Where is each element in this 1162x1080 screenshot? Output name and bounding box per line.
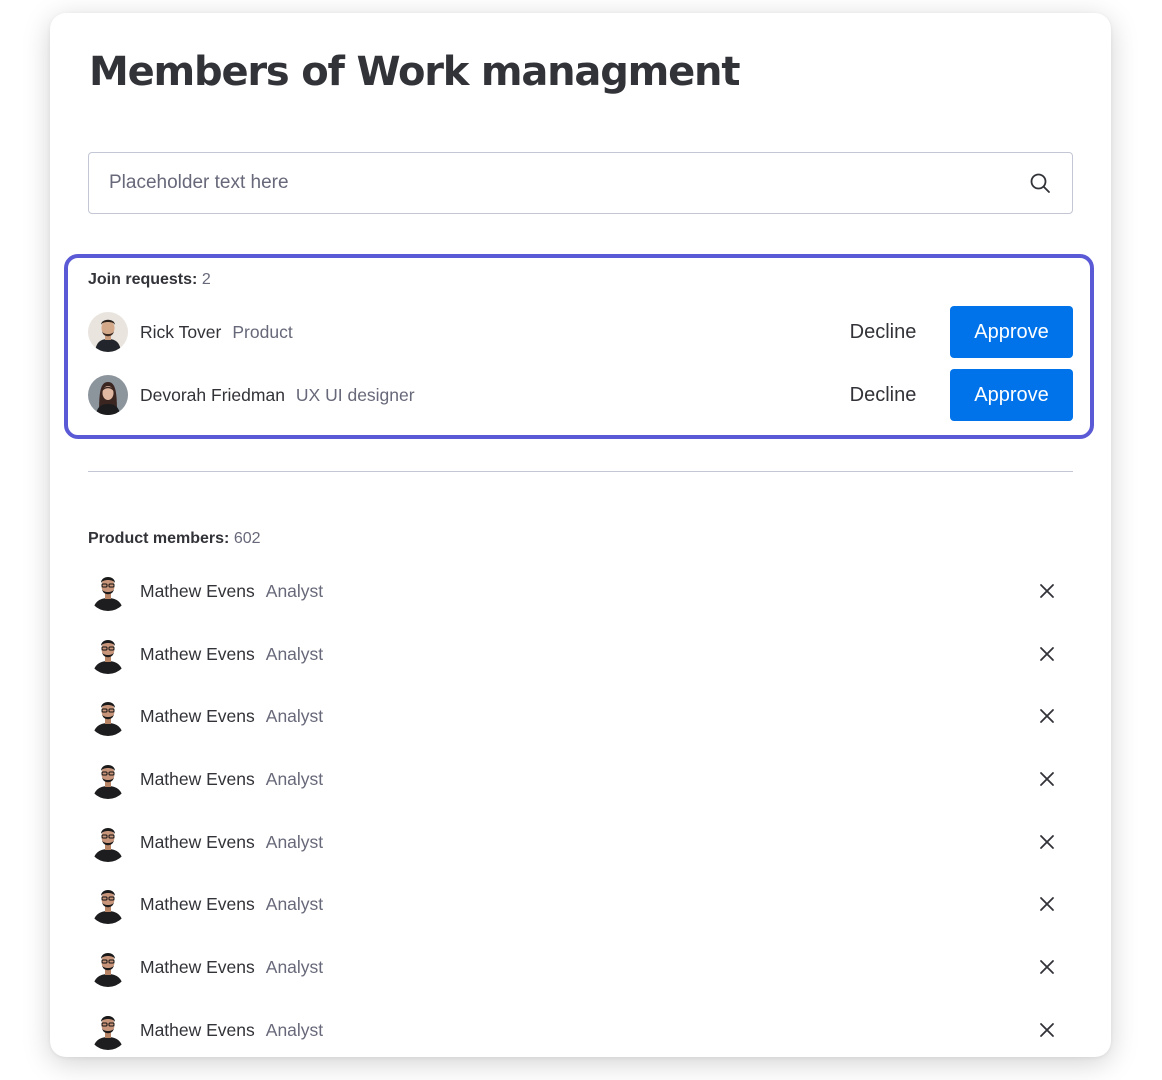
join-request-row: Rick Tover Product bbox=[88, 310, 293, 354]
member-name: Mathew Evens bbox=[140, 580, 255, 601]
page-title: Members of Work managment bbox=[89, 49, 740, 95]
join-requests-header: Join requests: 2 bbox=[88, 271, 211, 289]
close-icon bbox=[1040, 584, 1054, 598]
avatar bbox=[88, 696, 128, 736]
remove-member-button[interactable] bbox=[1034, 1017, 1060, 1043]
avatar bbox=[88, 884, 128, 924]
member-row: Mathew Evens Analyst bbox=[88, 820, 323, 864]
member-name: Mathew Evens bbox=[140, 705, 255, 726]
member-row: Mathew Evens Analyst bbox=[88, 569, 323, 613]
member-row: Mathew Evens Analyst bbox=[88, 945, 323, 989]
join-requests-label: Join requests: bbox=[88, 271, 198, 288]
approve-button[interactable]: Approve bbox=[950, 306, 1073, 358]
remove-member-button[interactable] bbox=[1034, 891, 1060, 917]
close-icon bbox=[1040, 647, 1054, 661]
remove-member-button[interactable] bbox=[1034, 641, 1060, 667]
avatar bbox=[88, 822, 128, 862]
member-name: Mathew Evens bbox=[140, 643, 255, 664]
close-icon bbox=[1040, 772, 1054, 786]
member-role: Analyst bbox=[265, 956, 324, 977]
member-name: Mathew Evens bbox=[140, 893, 255, 914]
member-name: Mathew Evens bbox=[140, 768, 255, 789]
avatar bbox=[88, 634, 128, 674]
member-row: Mathew Evens Analyst bbox=[88, 882, 323, 926]
join-requests-count: 2 bbox=[201, 271, 211, 288]
close-icon bbox=[1040, 709, 1054, 723]
member-role: Analyst bbox=[265, 580, 324, 601]
remove-member-button[interactable] bbox=[1034, 703, 1060, 729]
member-row: Mathew Evens Analyst bbox=[88, 757, 323, 801]
search-icon[interactable] bbox=[1028, 171, 1052, 195]
members-count: 602 bbox=[233, 530, 261, 547]
member-role: Analyst bbox=[265, 831, 324, 852]
close-icon bbox=[1040, 835, 1054, 849]
avatar bbox=[88, 1010, 128, 1050]
approve-button[interactable]: Approve bbox=[950, 369, 1073, 421]
member-role: Analyst bbox=[265, 893, 324, 914]
remove-member-button[interactable] bbox=[1034, 829, 1060, 855]
decline-button[interactable]: Decline bbox=[828, 306, 938, 358]
member-role: Analyst bbox=[265, 643, 324, 664]
avatar bbox=[88, 375, 128, 415]
requester-role: UX UI designer bbox=[295, 384, 415, 405]
requester-role: Product bbox=[232, 321, 293, 342]
avatar bbox=[88, 312, 128, 352]
members-header: Product members: 602 bbox=[88, 530, 261, 548]
close-icon bbox=[1040, 897, 1054, 911]
section-divider bbox=[88, 471, 1073, 472]
remove-member-button[interactable] bbox=[1034, 578, 1060, 604]
join-request-row: Devorah Friedman UX UI designer bbox=[88, 373, 415, 417]
requester-name: Devorah Friedman bbox=[140, 384, 285, 405]
close-icon bbox=[1040, 1023, 1054, 1037]
member-row: Mathew Evens Analyst bbox=[88, 694, 323, 738]
search-box[interactable] bbox=[88, 152, 1073, 214]
close-icon bbox=[1040, 960, 1054, 974]
avatar bbox=[88, 947, 128, 987]
remove-member-button[interactable] bbox=[1034, 954, 1060, 980]
members-label: Product members: bbox=[88, 530, 230, 547]
member-name: Mathew Evens bbox=[140, 1019, 255, 1040]
avatar bbox=[88, 571, 128, 611]
remove-member-button[interactable] bbox=[1034, 766, 1060, 792]
members-panel: Members of Work managment Join requests:… bbox=[50, 13, 1111, 1057]
member-row: Mathew Evens Analyst bbox=[88, 632, 323, 676]
member-name: Mathew Evens bbox=[140, 956, 255, 977]
member-role: Analyst bbox=[265, 705, 324, 726]
search-input[interactable] bbox=[89, 153, 1028, 213]
requester-name: Rick Tover bbox=[140, 321, 222, 342]
member-name: Mathew Evens bbox=[140, 831, 255, 852]
member-role: Analyst bbox=[265, 768, 324, 789]
member-row: Mathew Evens Analyst bbox=[88, 1008, 323, 1052]
avatar bbox=[88, 759, 128, 799]
decline-button[interactable]: Decline bbox=[828, 369, 938, 421]
member-role: Analyst bbox=[265, 1019, 324, 1040]
